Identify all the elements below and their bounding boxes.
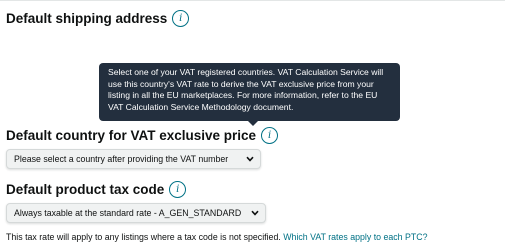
shipping-address-title: Default shipping address [6, 11, 168, 26]
chevron-down-icon [240, 156, 254, 162]
vat-settings-panel: Default shipping address i Select one of… [0, 0, 505, 251]
tax-code-select[interactable]: Always taxable at the standard rate - A_… [6, 203, 266, 223]
info-icon[interactable]: i [169, 181, 187, 198]
vat-country-title: Default country for VAT exclusive price [6, 128, 257, 143]
vat-rates-link[interactable]: Which VAT rates apply to each PTC? [283, 232, 427, 242]
chevron-down-icon [245, 210, 259, 216]
info-icon[interactable]: i [261, 127, 279, 144]
vat-country-select[interactable]: Please select a country after providing … [6, 149, 261, 169]
tax-code-title: Default product tax code [6, 182, 165, 197]
info-icon[interactable]: i [172, 10, 190, 27]
tooltip-text: Select one of your VAT registered countr… [108, 67, 384, 112]
vat-country-heading: Default country for VAT exclusive price … [6, 127, 279, 144]
tax-code-heading: Default product tax code i [6, 181, 187, 198]
vat-country-tooltip: Select one of your VAT registered countr… [99, 63, 400, 126]
tax-code-selected-value: Always taxable at the standard rate - A_… [14, 208, 242, 218]
divider [0, 0, 505, 1]
footnote-text: This tax rate will apply to any listings… [6, 232, 281, 242]
vat-country-selected-value: Please select a country after providing … [14, 154, 229, 164]
tax-rate-footnote: This tax rate will apply to any listings… [6, 232, 427, 242]
shipping-address-heading: Default shipping address i [6, 10, 190, 27]
